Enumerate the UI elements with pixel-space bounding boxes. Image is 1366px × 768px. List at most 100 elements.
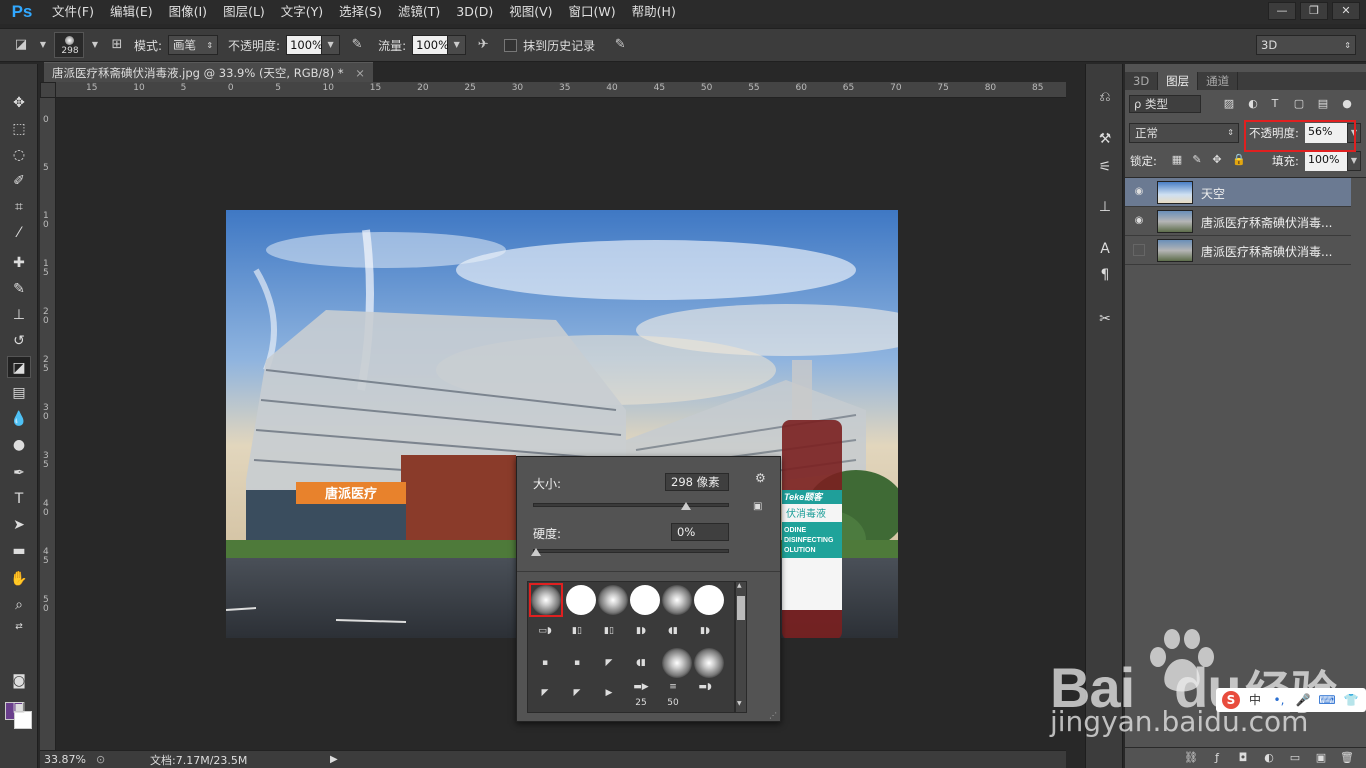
- paragraph-panel-icon[interactable]: ¶: [1094, 264, 1116, 286]
- menu-layer[interactable]: 图层(L): [215, 0, 273, 24]
- preset-tip-icon[interactable]: ◖▮: [662, 626, 684, 638]
- link-layers-icon[interactable]: ⛓: [1182, 749, 1200, 767]
- chevron-down-icon[interactable]: ▼: [1347, 151, 1361, 171]
- filter-toggle-icon[interactable]: ●: [1339, 96, 1355, 112]
- brush-panel-icon[interactable]: ⊞: [106, 34, 128, 56]
- pressure-size-icon[interactable]: ✎: [609, 34, 631, 56]
- lock-all-icon[interactable]: 🔒: [1231, 152, 1247, 168]
- size-slider-thumb[interactable]: [680, 502, 691, 510]
- add-mask-icon[interactable]: ◘: [1234, 749, 1252, 767]
- blend-mode-select[interactable]: 正常 ⇕: [1129, 123, 1239, 143]
- dodge-tool-icon[interactable]: ●: [7, 434, 31, 456]
- history-panel-icon[interactable]: ⎌: [1094, 86, 1116, 108]
- chevron-down-icon[interactable]: ▼: [38, 34, 48, 56]
- layer-name[interactable]: 唐派医疗秝斋碘伏消毒...: [1201, 214, 1341, 231]
- shape-filter-icon[interactable]: ▢: [1291, 96, 1307, 112]
- healing-brush-tool-icon[interactable]: ✚: [7, 252, 31, 274]
- crop-tool-icon[interactable]: ⌗: [7, 196, 31, 218]
- preset-tip-icon[interactable]: ▮◗: [694, 626, 716, 638]
- menu-filter[interactable]: 滤镜(T): [390, 0, 448, 24]
- vertical-ruler[interactable]: 0 5 1 0 1 5 2 0 2 5 3 0 3 5 4 0 4 5 5 0: [40, 98, 56, 750]
- chevron-down-icon[interactable]: ▼: [737, 700, 745, 710]
- workspace-select[interactable]: 3D ⇕: [1256, 35, 1356, 55]
- image-filter-icon[interactable]: ▨: [1221, 96, 1237, 112]
- preset-tip-icon[interactable]: ▶: [598, 688, 620, 700]
- close-button[interactable]: ✕: [1332, 2, 1360, 20]
- tab-layers[interactable]: 图层: [1158, 72, 1199, 90]
- layer-row[interactable]: ◉ 天空: [1125, 178, 1351, 207]
- quick-mask-icon[interactable]: ◙: [7, 670, 31, 692]
- flow-input[interactable]: 100%: [412, 35, 449, 55]
- stamp-tool-icon[interactable]: ⊥: [7, 304, 31, 326]
- microphone-icon[interactable]: 🎤: [1294, 691, 1312, 709]
- new-group-icon[interactable]: ▭: [1286, 749, 1304, 767]
- blur-tool-icon[interactable]: 💧: [7, 408, 31, 430]
- tab-channels[interactable]: 通道: [1198, 72, 1239, 90]
- mode-select[interactable]: 画笔 ⇕: [168, 35, 219, 55]
- preset-hard-round-2[interactable]: [630, 585, 660, 615]
- hand-tool-icon[interactable]: ✋: [7, 568, 31, 590]
- size-input[interactable]: 298 像素: [665, 473, 729, 491]
- pressure-opacity-icon[interactable]: ✎: [346, 34, 368, 56]
- lock-transparency-icon[interactable]: ▦: [1169, 152, 1185, 168]
- scrollbar-thumb[interactable]: [737, 596, 745, 620]
- menu-edit[interactable]: 编辑(E): [102, 0, 161, 24]
- layer-opacity-input[interactable]: 56%: [1305, 123, 1347, 143]
- eyedropper-tool-icon[interactable]: ⁄: [7, 222, 31, 244]
- airbrush-icon[interactable]: ✈: [472, 34, 494, 56]
- brush-presets-icon[interactable]: ⚟: [1094, 156, 1116, 178]
- menu-select[interactable]: 选择(S): [331, 0, 390, 24]
- preset-tip-icon[interactable]: ◤: [534, 688, 556, 700]
- preset-tip-icon[interactable]: ▮▯: [598, 626, 620, 638]
- resize-grip-icon[interactable]: ⋰: [769, 711, 777, 720]
- chevron-down-icon[interactable]: ▼: [1347, 123, 1361, 143]
- preset-soft-round-2[interactable]: [598, 585, 628, 615]
- chevron-down-icon[interactable]: ▼: [448, 35, 467, 55]
- punctuation-icon[interactable]: •,: [1270, 691, 1288, 709]
- preset-tip-icon[interactable]: ≡: [662, 682, 684, 694]
- screen-mode-icon[interactable]: ▣: [7, 696, 31, 718]
- tool-presets-icon[interactable]: ⚒: [1094, 128, 1116, 150]
- layer-name[interactable]: 天空: [1201, 185, 1341, 202]
- preset-tip-icon[interactable]: ◖▮: [630, 658, 652, 670]
- preset-tip-icon[interactable]: ▮▯: [566, 626, 588, 638]
- layer-name[interactable]: 唐派医疗秝斋碘伏消毒...: [1201, 243, 1341, 260]
- tools-panel-icon[interactable]: ✂: [1094, 308, 1116, 330]
- type-filter-icon[interactable]: T: [1267, 96, 1283, 112]
- menu-image[interactable]: 图像(I): [161, 0, 215, 24]
- adjustment-filter-icon[interactable]: ◐: [1245, 96, 1261, 112]
- hardness-input[interactable]: 0%: [671, 523, 729, 541]
- lasso-tool-icon[interactable]: ◌: [7, 144, 31, 166]
- horizontal-ruler[interactable]: 15 10 5 0 5 10 15 20 25 30 35 40 45 50 55 60 65 70 75 80 85: [56, 82, 1066, 98]
- preset-tip-icon[interactable]: ◤: [566, 688, 588, 700]
- marquee-tool-icon[interactable]: ⬚: [7, 118, 31, 140]
- preset-tip-icon[interactable]: ▬◗: [694, 682, 716, 694]
- preset-tip-icon[interactable]: ▮◗: [630, 626, 652, 638]
- move-tool-icon[interactable]: ✥: [7, 92, 31, 114]
- menu-window[interactable]: 窗口(W): [561, 0, 624, 24]
- menu-help[interactable]: 帮助(H): [624, 0, 684, 24]
- brush-tool-icon[interactable]: ✎: [7, 278, 31, 300]
- eraser-tool-icon[interactable]: ◪: [10, 34, 32, 56]
- history-brush-tool-icon[interactable]: ↺: [7, 330, 31, 352]
- lock-position-icon[interactable]: ✥: [1209, 152, 1225, 168]
- quick-select-tool-icon[interactable]: ✐: [7, 170, 31, 192]
- visibility-toggle-empty[interactable]: [1133, 244, 1145, 256]
- chevron-down-icon[interactable]: ▼: [322, 35, 341, 55]
- erase-history-checkbox[interactable]: [504, 38, 518, 52]
- document-tab[interactable]: 唐派医疗秝斋碘伏消毒液.jpg @ 33.9% (天空, RGB/8) * ×: [44, 62, 373, 82]
- hardness-slider-thumb[interactable]: [531, 548, 541, 556]
- hardness-slider[interactable]: [533, 549, 729, 553]
- ruler-origin[interactable]: [40, 82, 56, 98]
- preset-hard-round-3[interactable]: [694, 585, 724, 615]
- size-slider[interactable]: [533, 503, 729, 507]
- preset-tip-icon[interactable]: ◤: [598, 658, 620, 670]
- preset-scrollbar[interactable]: ▲ ▼: [735, 581, 747, 713]
- gradient-tool-icon[interactable]: ▤: [7, 382, 31, 404]
- eye-icon[interactable]: ◉: [1133, 186, 1145, 198]
- minimize-button[interactable]: —: [1268, 2, 1296, 20]
- preset-hard-round-1[interactable]: [566, 585, 596, 615]
- restore-button[interactable]: ❐: [1300, 2, 1328, 20]
- zoom-readout[interactable]: 33.87%: [44, 753, 96, 766]
- preset-tip-icon[interactable]: ▪: [566, 658, 588, 670]
